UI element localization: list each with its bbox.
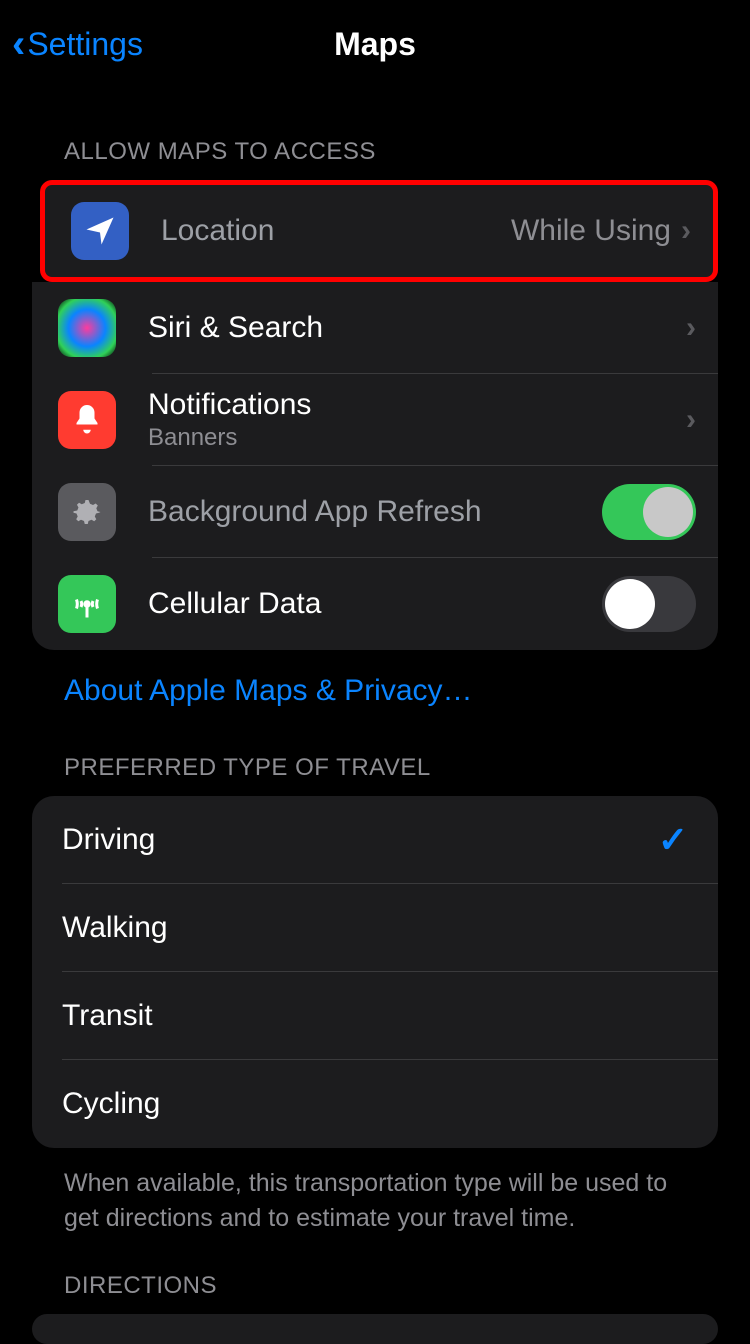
gear-icon — [58, 483, 116, 541]
section-header-directions: DIRECTIONS — [0, 1236, 750, 1314]
travel-option-transit[interactable]: Transit — [32, 972, 718, 1060]
privacy-link[interactable]: About Apple Maps & Privacy… — [0, 650, 750, 718]
antenna-icon — [58, 575, 116, 633]
row-notifications[interactable]: Notifications Banners › — [32, 374, 718, 466]
notifications-sublabel: Banners — [148, 424, 686, 452]
chevron-right-icon: › — [686, 311, 696, 345]
cellular-toggle[interactable] — [602, 576, 696, 632]
row-background-refresh: Background App Refresh — [32, 466, 718, 558]
siri-icon — [58, 299, 116, 357]
travel-group: Driving ✓ Walking Transit Cycling — [32, 796, 718, 1148]
chevron-right-icon: › — [681, 214, 691, 248]
row-cellular: Cellular Data — [32, 558, 718, 650]
travel-option-walking[interactable]: Walking — [32, 884, 718, 972]
back-label: Settings — [27, 26, 143, 63]
row-location[interactable]: Location While Using › — [45, 185, 713, 277]
location-icon — [71, 202, 129, 260]
navbar: ‹ Settings Maps — [0, 0, 750, 88]
location-value: While Using — [511, 214, 671, 248]
section-header-access: ALLOW MAPS TO ACCESS — [0, 88, 750, 180]
row-siri[interactable]: Siri & Search › — [32, 282, 718, 374]
travel-option-cycling[interactable]: Cycling — [32, 1060, 718, 1148]
section-header-travel: PREFERRED TYPE OF TRAVEL — [0, 718, 750, 796]
background-refresh-toggle[interactable] — [602, 484, 696, 540]
travel-option-driving[interactable]: Driving ✓ — [32, 796, 718, 884]
chevron-left-icon: ‹ — [12, 24, 25, 64]
siri-label: Siri & Search — [148, 311, 686, 345]
page-title: Maps — [334, 26, 416, 63]
bell-icon — [58, 391, 116, 449]
check-icon: ✓ — [658, 819, 688, 861]
chevron-right-icon: › — [686, 403, 696, 437]
location-label: Location — [161, 214, 511, 248]
notifications-label: Notifications — [148, 388, 686, 422]
back-button[interactable]: ‹ Settings — [12, 24, 143, 64]
travel-footer: When available, this transportation type… — [0, 1148, 750, 1236]
highlight-box: Location While Using › — [40, 180, 718, 282]
refresh-label: Background App Refresh — [148, 495, 602, 529]
directions-group — [32, 1314, 718, 1344]
cellular-label: Cellular Data — [148, 587, 602, 621]
